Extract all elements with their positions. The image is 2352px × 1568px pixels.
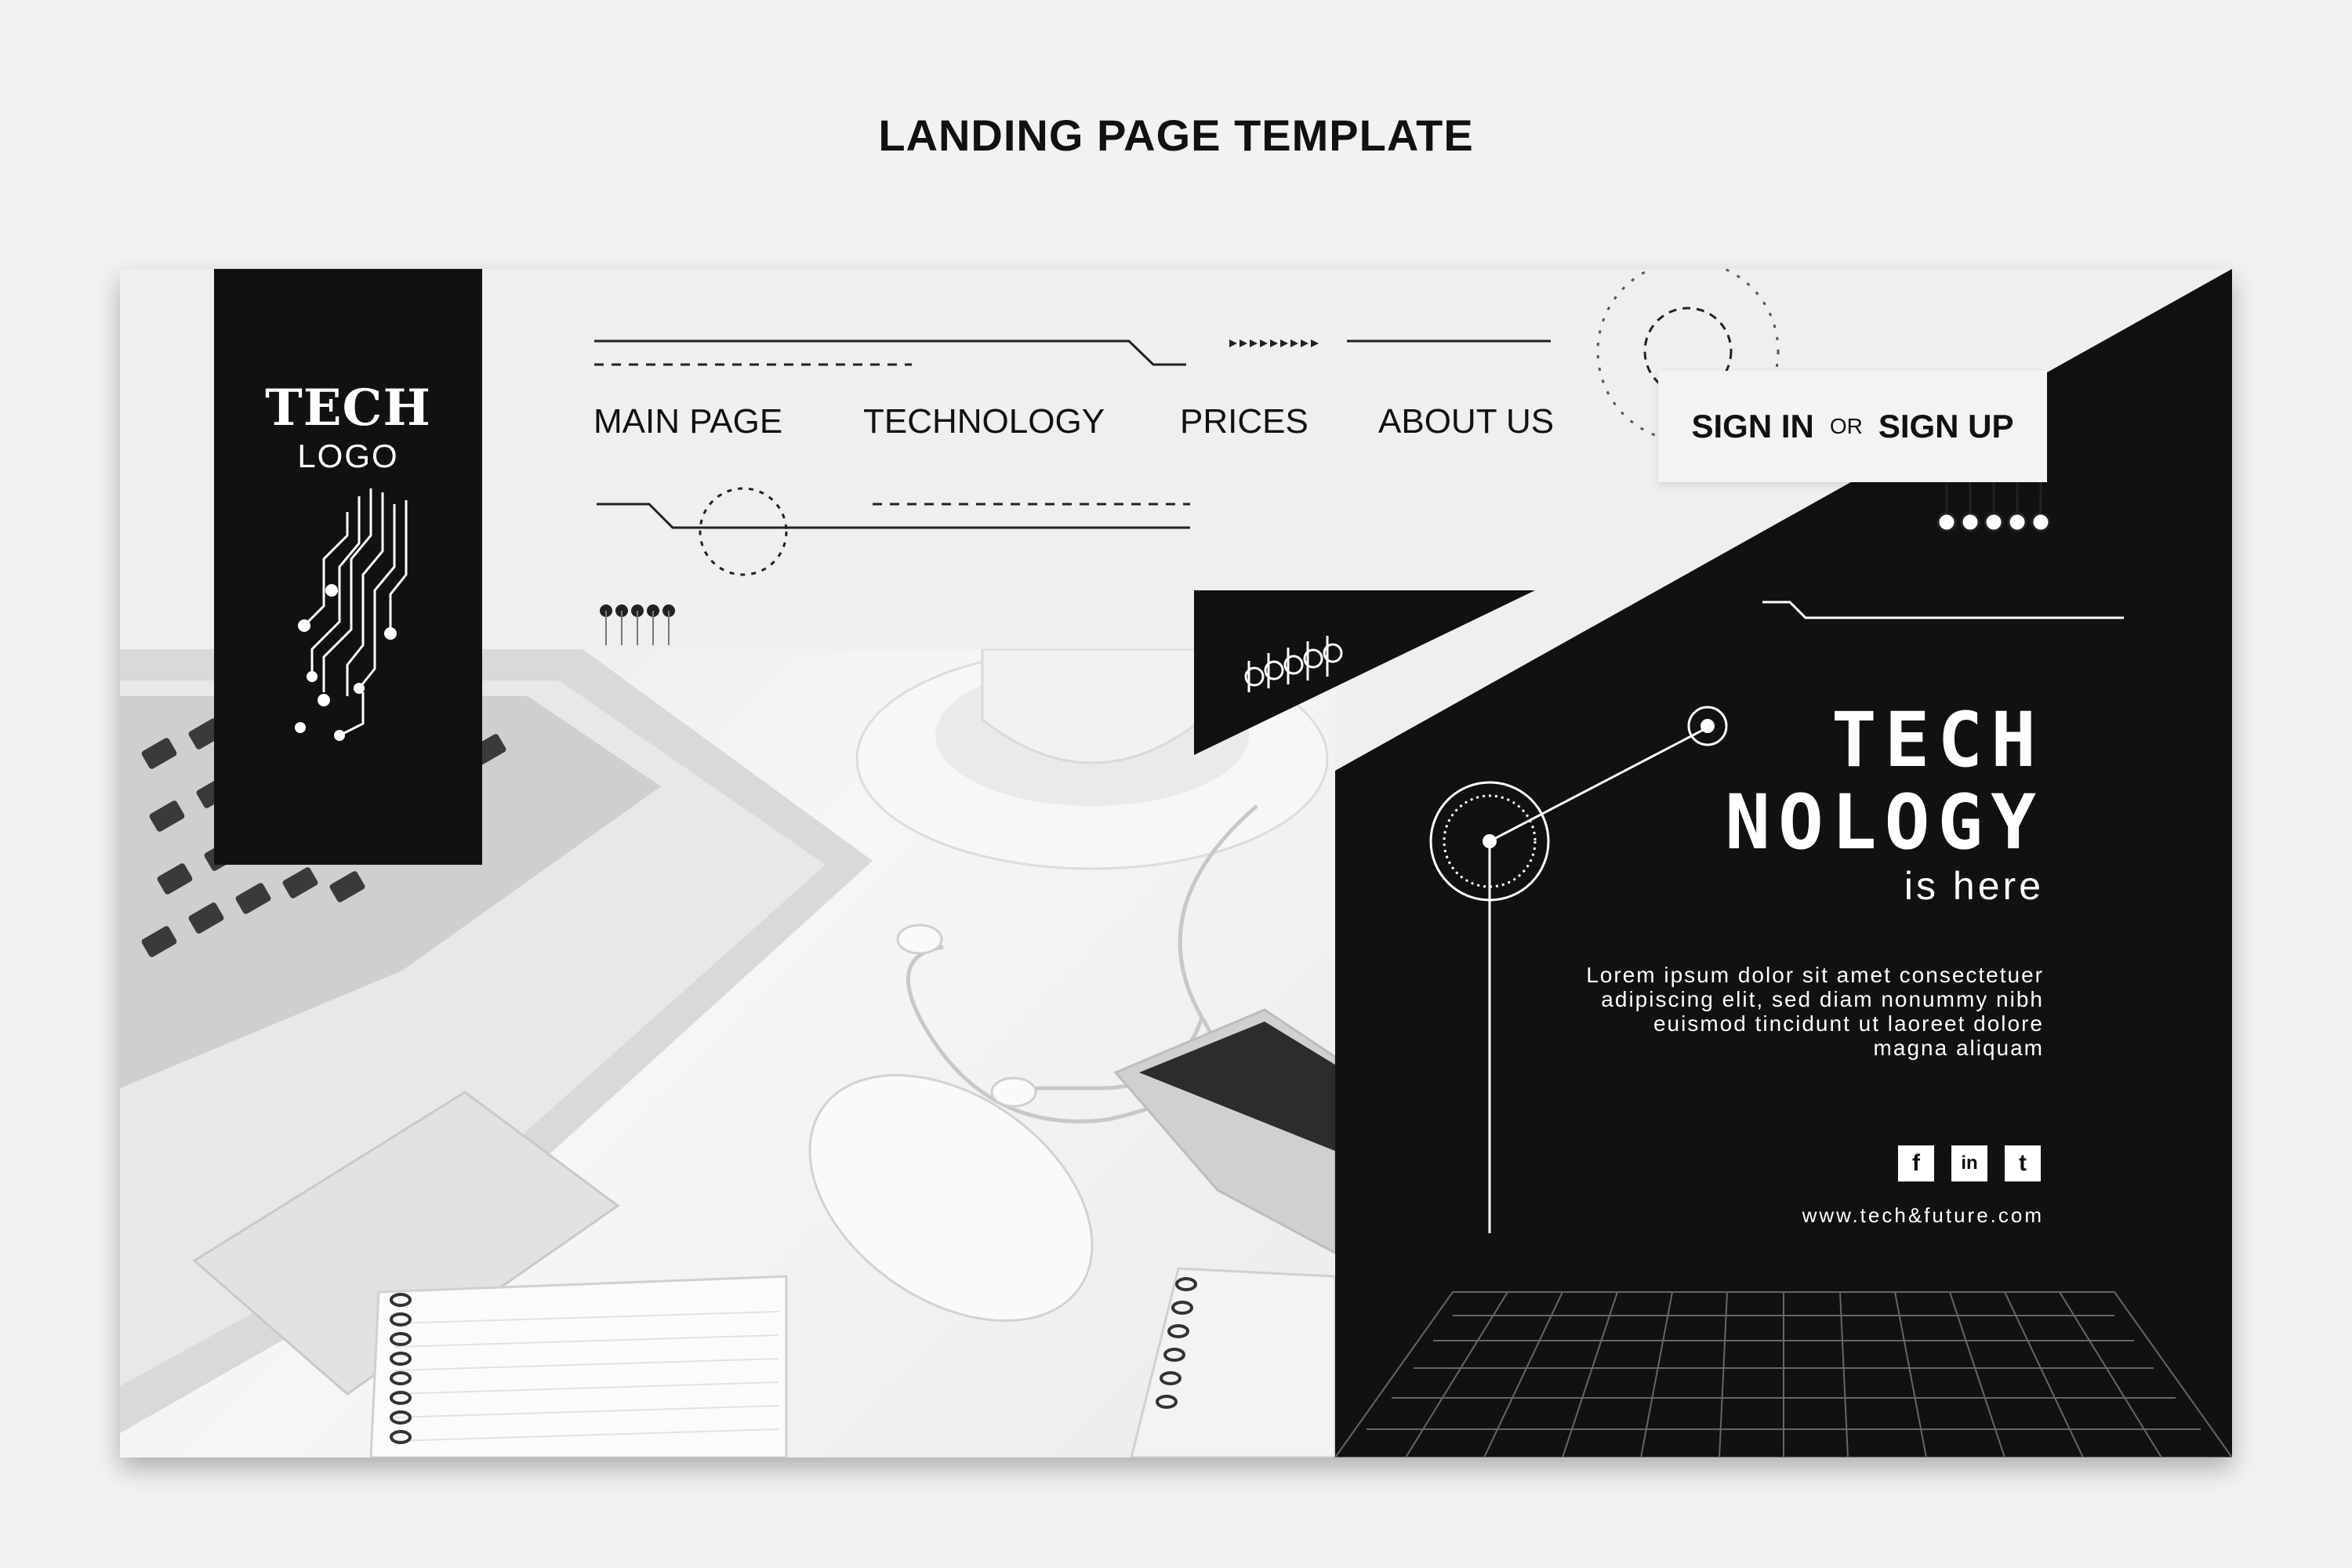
nav-technology[interactable]: TECHNOLOGY (863, 402, 1105, 441)
hero-title-line-1: TECH (1831, 696, 2044, 784)
logo-banner[interactable]: TECH LOGO (214, 269, 482, 865)
auth-or-label: OR (1829, 414, 1863, 438)
auth-box: SIGN IN OR SIGN UP (1658, 371, 2047, 482)
logo-title: TECH (265, 379, 431, 437)
logo-subtitle: LOGO (297, 437, 399, 474)
hero-tagline: is here (1904, 864, 2044, 908)
website-link[interactable]: www.tech&future.com (1802, 1203, 2044, 1228)
circuit-icon (295, 488, 408, 741)
hero-title-line-2: NOLOGY (1725, 779, 2044, 866)
facebook-icon[interactable]: f (1898, 1145, 1934, 1181)
twitter-icon[interactable]: t (2005, 1145, 2041, 1181)
nav-main-page[interactable]: MAIN PAGE (593, 402, 782, 441)
landing-page-preview: TECH LOGO MAIN PAGE TECHNOLOGY PRICES AB… (120, 269, 2232, 1457)
nav-about-us[interactable]: ABOUT US (1378, 402, 1554, 441)
hero-body-text: Lorem ipsum dolor sit amet consectetuer … (1586, 963, 2044, 1060)
sign-in-button[interactable]: SIGN IN (1691, 408, 1813, 445)
page-title: LANDING PAGE TEMPLATE (878, 111, 1474, 160)
linkedin-icon[interactable]: in (1951, 1145, 1987, 1181)
sign-up-button[interactable]: SIGN UP (1878, 408, 2014, 445)
nav-prices[interactable]: PRICES (1180, 402, 1308, 441)
